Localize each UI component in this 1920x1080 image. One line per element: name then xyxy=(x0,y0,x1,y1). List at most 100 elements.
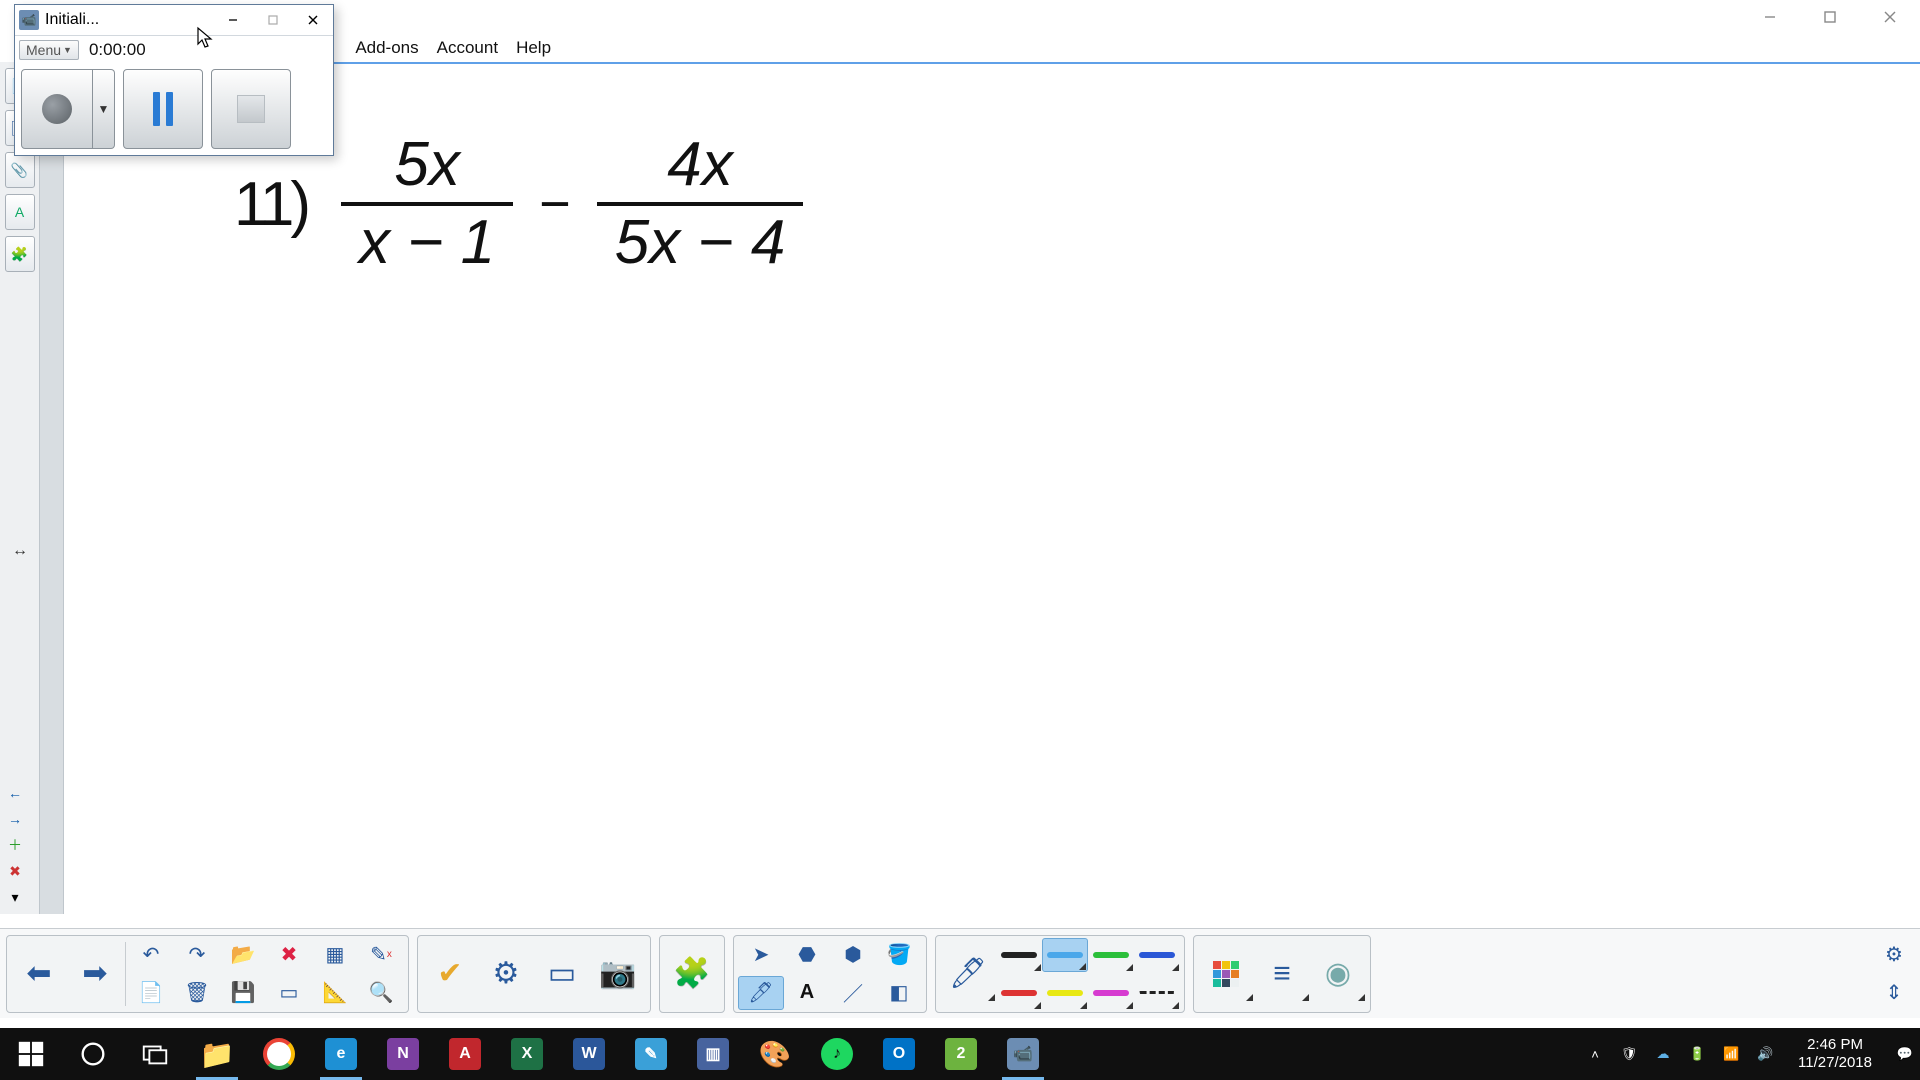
taskbar-cortana[interactable] xyxy=(62,1028,124,1080)
addon-puzzle-button[interactable]: 🧩 xyxy=(664,946,720,1002)
activity-group: ✔ ⚙ ▭ 📷 xyxy=(417,935,651,1013)
pen-swatch-0-1[interactable] xyxy=(1042,938,1088,972)
table-button[interactable]: ▦ xyxy=(312,938,358,972)
recorder-minimize-button[interactable] xyxy=(213,6,253,34)
line-tool-button[interactable]: ／ xyxy=(830,976,876,1010)
taskbar-app-2[interactable]: 2 xyxy=(930,1028,992,1080)
tray-overflow-button[interactable]: ˄ xyxy=(1584,1043,1606,1065)
menu-account[interactable]: Account xyxy=(429,36,506,60)
recorder-menu-dropdown[interactable]: Menu▼ xyxy=(19,40,79,60)
taskbar-gradebook[interactable]: ▥ xyxy=(682,1028,744,1080)
taskbar-smart-ink[interactable]: ✎ xyxy=(620,1028,682,1080)
tray-date: 11/27/2018 xyxy=(1798,1054,1872,1072)
response-button[interactable]: ⚙ xyxy=(478,946,534,1002)
recorder-stop-button[interactable] xyxy=(211,69,291,149)
text-tool-button[interactable]: A xyxy=(784,976,830,1010)
move-toolbar-button[interactable]: ⇕ xyxy=(1874,977,1914,1009)
menu-addons[interactable]: Add-ons xyxy=(347,36,426,60)
eraser-tool-button[interactable]: ◧ xyxy=(876,976,922,1010)
main-minimize-button[interactable] xyxy=(1740,0,1800,34)
menu-help[interactable]: Help xyxy=(508,36,559,60)
pen-swatch-1-1[interactable] xyxy=(1042,976,1088,1010)
regular-polygon-button[interactable]: ⬢ xyxy=(830,938,876,972)
fill-tool-button[interactable]: 🪣 xyxy=(876,938,922,972)
taskbar-adobe-reader[interactable]: A xyxy=(434,1028,496,1080)
sidebar-properties-tab[interactable]: A xyxy=(5,194,35,230)
taskbar-onenote[interactable]: N xyxy=(372,1028,434,1080)
recorder-window[interactable]: 📹 Initiali... Menu▼ 0:00:00 ▼ xyxy=(14,4,334,156)
recorder-close-button[interactable] xyxy=(293,6,333,34)
tools-group: ➤ ⬣ ⬢ 🪣 🖊 A ／ ◧ xyxy=(733,935,927,1013)
taskbar-outlook[interactable]: O xyxy=(868,1028,930,1080)
taskbar-start[interactable] xyxy=(0,1028,62,1080)
undo-button[interactable]: ↶ xyxy=(128,938,174,972)
tray-onedrive-icon[interactable]: ☁ xyxy=(1652,1043,1674,1065)
clear-ink-button[interactable]: ✎x xyxy=(358,938,404,972)
taskbar-spotify[interactable]: ♪ xyxy=(806,1028,868,1080)
tray-action-center-button[interactable]: 💬 xyxy=(1894,1043,1916,1065)
sidebar-attachments-tab[interactable]: 📎 xyxy=(5,152,35,188)
select-tool-button[interactable]: ➤ xyxy=(738,938,784,972)
pen-swatch-0-2[interactable] xyxy=(1088,938,1134,972)
main-close-button[interactable] xyxy=(1860,0,1920,34)
sidebar-addons-tab[interactable]: 🧩 xyxy=(5,236,35,272)
shape-tool-button[interactable]: ⬣ xyxy=(784,938,830,972)
sidebar-next-icon[interactable]: → xyxy=(4,808,26,830)
settings-gear-button[interactable]: ⚙ xyxy=(1874,939,1914,971)
taskbar-file-explorer[interactable]: 📁 xyxy=(186,1028,248,1080)
recorder-controls: ▼ xyxy=(15,63,333,155)
transparency-button[interactable]: ◉ xyxy=(1310,946,1366,1002)
ruler-button[interactable]: 📐 xyxy=(312,976,358,1010)
sidebar-delete-page-icon[interactable]: ✖ xyxy=(4,860,26,882)
delete-page-button[interactable]: 🗑 xyxy=(174,976,220,1010)
zoom-button[interactable]: 🔍 xyxy=(358,976,404,1010)
pen-swatch-1-0[interactable] xyxy=(996,976,1042,1010)
recorder-record-dropdown[interactable]: ▼ xyxy=(93,69,115,149)
taskbar-paint[interactable]: 🎨 xyxy=(744,1028,806,1080)
pen-tool-button[interactable]: 🖊 xyxy=(738,976,784,1010)
sidebar-expand-handle[interactable]: ↔ xyxy=(12,542,28,560)
taskbar-task-view[interactable] xyxy=(124,1028,186,1080)
recorder-record-button[interactable] xyxy=(21,69,93,149)
pen-swatch-1-2[interactable] xyxy=(1088,976,1134,1010)
recorder-titlebar[interactable]: 📹 Initiali... xyxy=(15,5,333,35)
prev-page-button[interactable]: ⬅ xyxy=(11,946,67,1002)
sidebar-prev-icon[interactable]: ← xyxy=(4,782,26,804)
pen-swatch-1-3[interactable] xyxy=(1134,976,1180,1010)
main-maximize-button[interactable] xyxy=(1800,0,1860,34)
save-button[interactable]: 💾 xyxy=(220,976,266,1010)
recorder-pause-button[interactable] xyxy=(123,69,203,149)
screen-shade-button[interactable]: ▭ xyxy=(266,976,312,1010)
tray-battery-icon[interactable]: 🔋 xyxy=(1686,1043,1708,1065)
tray-volume-icon[interactable]: 🔊 xyxy=(1754,1043,1776,1065)
taskbar-internet-explorer[interactable]: e xyxy=(310,1028,372,1080)
tray-clock[interactable]: 2:46 PM 11/27/2018 xyxy=(1788,1036,1882,1072)
document-camera-button[interactable]: ▭ xyxy=(534,946,590,1002)
pen-swatch-0-3[interactable] xyxy=(1134,938,1180,972)
recorder-maximize-button[interactable] xyxy=(253,6,293,34)
next-page-button[interactable]: ➡ xyxy=(67,946,123,1002)
add-page-button[interactable]: 📄 xyxy=(128,976,174,1010)
color-picker-button[interactable] xyxy=(1198,946,1254,1002)
delete-button[interactable]: ✖ xyxy=(266,938,312,972)
screen-capture-button[interactable]: 📷 xyxy=(590,946,646,1002)
open-button[interactable]: 📂 xyxy=(220,938,266,972)
taskbar-recorder[interactable]: 📹 xyxy=(992,1028,1054,1080)
activity-builder-button[interactable]: ✔ xyxy=(422,946,478,1002)
fraction-2-denominator: 5x − 4 xyxy=(597,212,804,274)
page-thumbnail-strip[interactable] xyxy=(40,62,64,914)
sidebar-collapse-icon[interactable]: ▾ xyxy=(4,886,26,908)
redo-button[interactable]: ↷ xyxy=(174,938,220,972)
fraction-1-denominator: x − 1 xyxy=(341,212,513,274)
tray-wifi-icon[interactable]: 📶 xyxy=(1720,1043,1742,1065)
taskbar-chrome[interactable] xyxy=(248,1028,310,1080)
sidebar-add-page-icon[interactable]: ＋ xyxy=(4,834,26,856)
taskbar-word[interactable]: W xyxy=(558,1028,620,1080)
pen-swatch-0-0[interactable] xyxy=(996,938,1042,972)
canvas[interactable]: 11) 5x x − 1 − 4x 5x − 4 xyxy=(64,62,1920,914)
pen-type-button[interactable]: 🖊 xyxy=(940,946,996,1002)
workspace: 📄 🖼 📎 A 🧩 ↔ ← → ＋ ✖ ▾ 11) 5x x − 1 xyxy=(0,62,1920,914)
taskbar-excel[interactable]: X xyxy=(496,1028,558,1080)
tray-security-icon[interactable]: 🛡 xyxy=(1618,1043,1640,1065)
line-style-button[interactable]: ≡ xyxy=(1254,946,1310,1002)
